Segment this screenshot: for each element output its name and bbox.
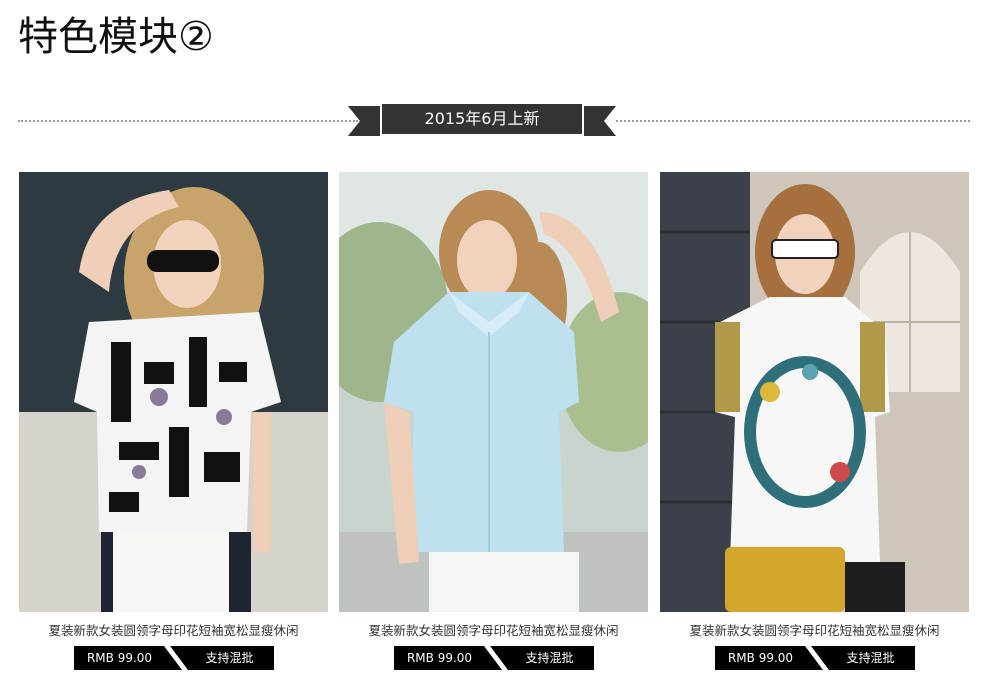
price-bar[interactable]: RMB 99.00 支持混批: [73, 646, 274, 670]
product-name[interactable]: 夏装新款女装圆领字母印花短袖宽松显瘦休闲: [19, 622, 328, 640]
product-card[interactable]: 夏装新款女装圆领字母印花短袖宽松显瘦休闲 RMB 99.00 支持混批: [19, 172, 328, 670]
wholesale-tag: 支持混批: [846, 651, 895, 665]
divider-slash-icon: [483, 646, 508, 670]
product-card[interactable]: 夏装新款女装圆领字母印花短袖宽松显瘦休闲 RMB 99.00 支持混批: [660, 172, 969, 670]
wholesale-tag: 支持混批: [525, 651, 574, 665]
product-grid: 夏装新款女装圆领字母印花短袖宽松显瘦休闲 RMB 99.00 支持混批 夏装新款…: [19, 172, 971, 672]
price-bar[interactable]: RMB 99.00 支持混批: [714, 646, 915, 670]
date-banner: 2015年6月上新: [18, 104, 970, 138]
banner-label: 2015年6月上新: [382, 104, 582, 134]
ribbon-tail-right: [584, 106, 616, 136]
divider-slash-icon: [163, 646, 188, 670]
dotted-divider-right: [616, 120, 970, 122]
product-image[interactable]: [339, 172, 648, 612]
product-image[interactable]: [19, 172, 328, 612]
product-price: RMB 99.00: [406, 651, 473, 665]
product-card[interactable]: 夏装新款女装圆领字母印花短袖宽松显瘦休闲 RMB 99.00 支持混批: [339, 172, 648, 670]
product-name[interactable]: 夏装新款女装圆领字母印花短袖宽松显瘦休闲: [339, 622, 648, 640]
page-title: 特色模块②: [18, 14, 214, 60]
product-price: RMB 99.00: [86, 651, 153, 665]
product-image[interactable]: [660, 172, 969, 612]
product-name[interactable]: 夏装新款女装圆领字母印花短袖宽松显瘦休闲: [660, 622, 969, 640]
divider-slash-icon: [804, 646, 829, 670]
price-bar[interactable]: RMB 99.00 支持混批: [393, 646, 594, 670]
product-price: RMB 99.00: [727, 651, 794, 665]
dotted-divider-left: [18, 120, 358, 122]
ribbon-tail-left: [348, 106, 380, 136]
wholesale-tag: 支持混批: [205, 651, 254, 665]
